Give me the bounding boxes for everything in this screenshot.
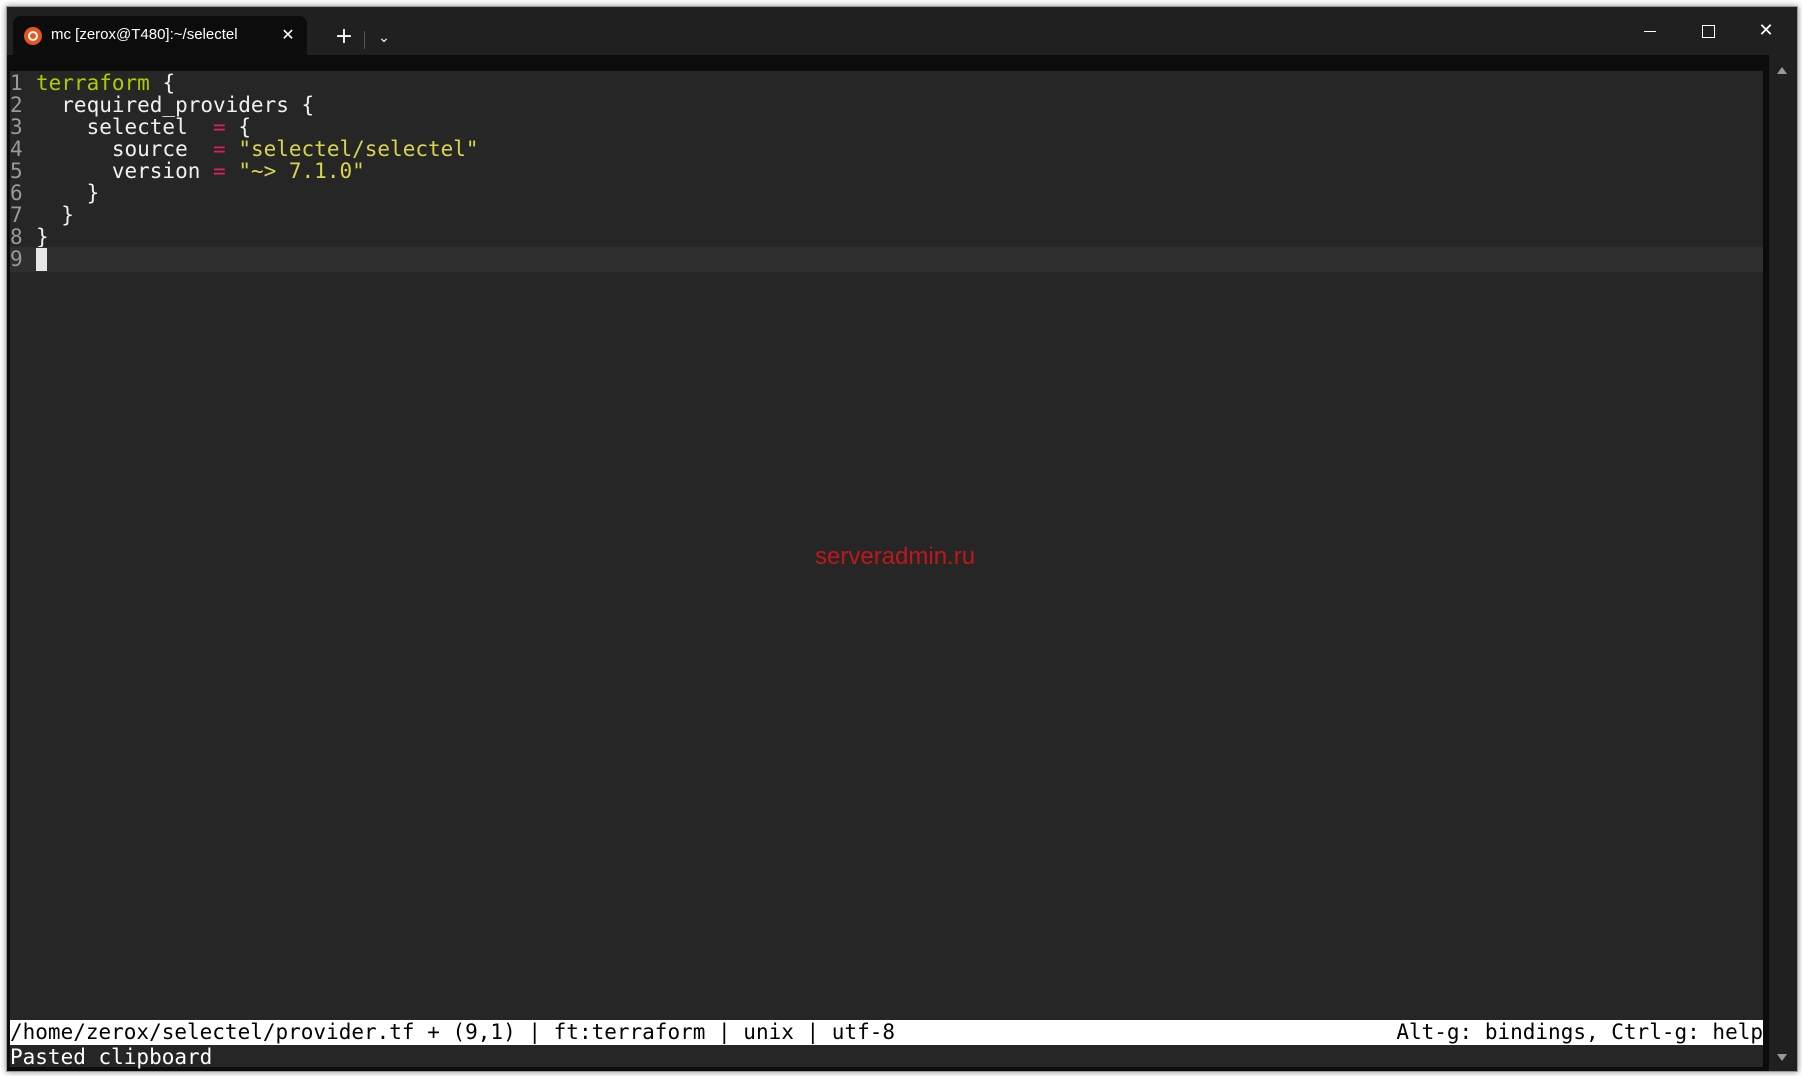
tab-dropdown-chevron-icon[interactable]: ⌄ — [371, 25, 397, 51]
code-token: required_providers { — [36, 93, 315, 117]
scroll-down-arrow-icon[interactable] — [1777, 1054, 1787, 1061]
terminal-window: mc [zerox@T480]:~/selectel ✕ + ⌄ ✕ serve… — [6, 6, 1798, 1072]
tab-separator — [364, 31, 365, 49]
code-token: version — [36, 159, 214, 183]
code-text: selectel = { — [36, 115, 251, 139]
minimize-icon — [1644, 30, 1656, 32]
title-bar: mc [zerox@T480]:~/selectel ✕ + ⌄ ✕ — [7, 7, 1797, 55]
tab-title: mc [zerox@T480]:~/selectel — [51, 26, 238, 43]
code-token: } — [36, 203, 74, 227]
close-icon: ✕ — [1758, 20, 1774, 41]
tab-close-icon[interactable]: ✕ — [277, 22, 299, 48]
scroll-up-arrow-icon[interactable] — [1777, 67, 1787, 74]
code-text: } — [36, 203, 74, 227]
code-token: selectel — [36, 115, 214, 139]
code-text: } — [36, 225, 49, 249]
terminal-area[interactable]: serveradmin.ru 1 terraform {2 required_pr… — [7, 55, 1769, 1071]
status-help-hint: Alt-g: bindings, Ctrl-g: help — [1396, 1020, 1763, 1044]
code-token: = — [213, 115, 226, 139]
code-text: } — [36, 181, 100, 205]
code-token: source — [36, 137, 214, 161]
code-token: "selectel/selectel" — [238, 137, 479, 161]
watermark: serveradmin.ru — [815, 543, 976, 570]
code-token: } — [36, 181, 100, 205]
code-token: { — [225, 115, 251, 139]
code-text: version = "~> 7.1.0" — [36, 159, 365, 183]
code-text — [36, 247, 47, 271]
code-token: terraform — [36, 71, 150, 95]
minimize-button[interactable] — [1621, 7, 1679, 55]
status-bar: /home/zerox/selectel/provider.tf + (9,1)… — [10, 1020, 1763, 1045]
ubuntu-logo-icon — [24, 27, 42, 45]
new-tab-plus-icon[interactable]: + — [331, 25, 357, 51]
scrollbar[interactable] — [1769, 55, 1797, 1071]
code-line[interactable]: 9 — [10, 247, 1763, 272]
message-line: Pasted clipboard — [10, 1045, 213, 1069]
text-cursor — [36, 248, 47, 271]
maximize-button[interactable] — [1679, 7, 1737, 55]
code-token: = — [213, 137, 226, 161]
code-text: source = "selectel/selectel" — [36, 137, 479, 161]
code-text: required_providers { — [36, 93, 314, 117]
terminal-tab[interactable]: mc [zerox@T480]:~/selectel ✕ — [13, 16, 307, 55]
code-token: { — [149, 71, 176, 95]
maximize-icon — [1701, 24, 1715, 38]
code-text: terraform { — [36, 71, 175, 95]
editor-pane[interactable]: serveradmin.ru 1 terraform {2 required_pr… — [10, 71, 1763, 1067]
code-token: } — [36, 225, 49, 249]
status-file-info: /home/zerox/selectel/provider.tf + (9,1)… — [10, 1020, 896, 1044]
code-token: "~> 7.1.0" — [238, 159, 365, 183]
code-token: = — [213, 159, 226, 183]
close-window-button[interactable]: ✕ — [1737, 7, 1795, 55]
line-number: 9 — [10, 247, 23, 271]
